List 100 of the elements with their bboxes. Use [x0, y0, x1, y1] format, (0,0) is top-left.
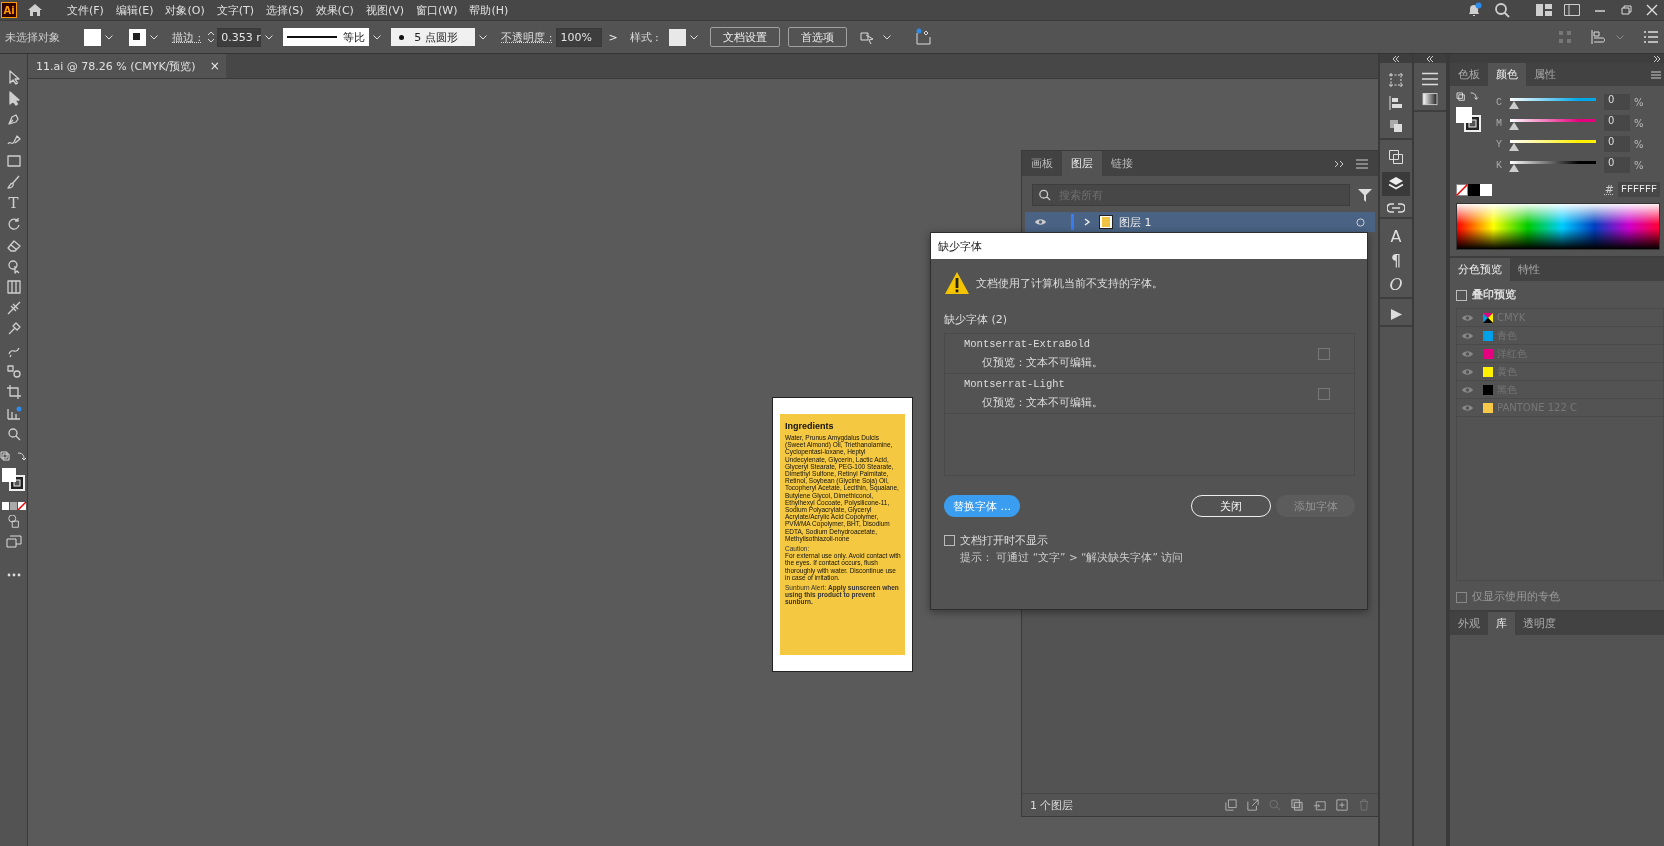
stroke-swatch[interactable] — [129, 28, 146, 46]
expand-icon[interactable] — [1653, 55, 1661, 62]
panel-tab[interactable]: 分色预览 — [1450, 258, 1510, 281]
menu-item[interactable]: 视图(V) — [359, 2, 410, 18]
channel-value-field[interactable]: 0 — [1604, 136, 1630, 152]
panel-layout-icon[interactable] — [1564, 4, 1580, 16]
preferences-button[interactable]: 首选项 — [787, 27, 847, 47]
color-mode-icon[interactable] — [1, 502, 26, 510]
link-icon[interactable] — [1387, 203, 1405, 213]
transform-icon[interactable] — [1388, 149, 1404, 165]
panel-tab[interactable]: 库 — [1488, 612, 1515, 635]
swap-colors-icon[interactable] — [0, 451, 28, 463]
menu-item[interactable]: 对象(O) — [159, 2, 211, 18]
share-icon[interactable] — [1247, 799, 1259, 811]
panel-tab[interactable]: 特性 — [1510, 258, 1548, 281]
crop-icon[interactable] — [5, 384, 22, 400]
chevron-icon[interactable] — [1083, 218, 1091, 226]
stroke-label[interactable]: 描边 : — [172, 29, 202, 45]
panel-tab[interactable]: 色板 — [1450, 63, 1488, 86]
fill-swatch[interactable] — [84, 28, 101, 46]
search-icon[interactable] — [5, 426, 22, 442]
target-icon[interactable] — [1356, 217, 1365, 227]
character-icon[interactable]: A — [1390, 228, 1402, 245]
play-icon[interactable] — [1389, 308, 1403, 321]
color-spectrum[interactable] — [1456, 203, 1660, 250]
panel-tab[interactable]: 图层 — [1062, 151, 1102, 176]
panel-tab[interactable]: 属性 — [1526, 63, 1564, 86]
panel-tab[interactable]: 外观 — [1450, 612, 1488, 635]
brush-dropdown[interactable]: 5 点圆形 — [391, 28, 476, 46]
channel-value-field[interactable]: 0 — [1604, 94, 1630, 110]
panel-tab[interactable]: 透明度 — [1515, 612, 1564, 635]
stroke-weight-field[interactable]: 0.353 r — [217, 27, 262, 47]
paragraph-icon[interactable]: ¶ — [1390, 252, 1402, 269]
checkbox[interactable] — [944, 535, 955, 546]
rectangle-icon[interactable] — [5, 153, 22, 169]
slider-thumb[interactable] — [1509, 164, 1519, 172]
app-logo: Ai — [1, 2, 17, 18]
menu-item[interactable]: 帮助(H) — [463, 2, 515, 18]
default-swatches[interactable] — [1456, 183, 1492, 196]
artboards-icon[interactable] — [1388, 72, 1404, 88]
panel-tab[interactable]: 颜色 — [1488, 63, 1526, 86]
slider-thumb[interactable] — [1509, 143, 1519, 151]
opacity-field[interactable]: 100% — [556, 27, 603, 47]
collapse-icon[interactable] — [1392, 55, 1400, 62]
swap-colors-icon[interactable] — [1456, 92, 1480, 103]
type-tool-icon[interactable]: T — [8, 195, 19, 211]
channel-value-field[interactable]: 0 — [1604, 157, 1630, 173]
fill-stroke-icon[interactable] — [1456, 107, 1482, 133]
menu-item[interactable]: 效果(C) — [309, 2, 360, 18]
style-swatch[interactable] — [668, 28, 686, 46]
list-icon[interactable] — [1644, 31, 1658, 43]
align-icon[interactable] — [1590, 30, 1608, 44]
menu-icon[interactable] — [1356, 158, 1368, 169]
checkbox[interactable] — [1318, 387, 1330, 400]
bell-icon[interactable] — [1466, 2, 1482, 18]
brush-icon[interactable] — [5, 174, 22, 190]
layers-icon[interactable] — [1382, 172, 1410, 196]
opacity-label[interactable]: 不透明度 : — [501, 29, 553, 45]
more-tools-icon[interactable] — [6, 573, 21, 577]
panel-tab[interactable]: 画板 — [1022, 151, 1062, 176]
draw-mode-icon[interactable] — [6, 515, 21, 529]
channel-value-field[interactable]: 0 — [1604, 115, 1630, 131]
clipping-mask-icon[interactable] — [1291, 799, 1303, 811]
new-layer-icon[interactable] — [1336, 799, 1348, 811]
select-similar-icon[interactable] — [858, 29, 875, 45]
menu-icon[interactable] — [1651, 70, 1661, 79]
document-setup-button[interactable]: 文档设置 — [709, 27, 780, 47]
workspace-icon[interactable] — [1536, 4, 1552, 16]
hex-field[interactable]: FFFFFF — [1618, 182, 1660, 197]
new-sublayer-icon[interactable] — [1313, 799, 1326, 811]
checkbox[interactable] — [1318, 347, 1330, 360]
expand-icon[interactable] — [1334, 159, 1346, 168]
screen-mode-icon[interactable] — [5, 534, 22, 548]
menu-item[interactable]: 文件(F) — [61, 2, 110, 18]
menu-item[interactable]: 文字(T) — [210, 2, 261, 18]
slider-thumb[interactable] — [1509, 101, 1519, 109]
stepper-icon[interactable] — [207, 30, 216, 44]
slider-thumb[interactable] — [1509, 122, 1519, 130]
stroke-panel-icon[interactable] — [1422, 72, 1438, 86]
eye-icon[interactable] — [1033, 218, 1047, 226]
panel-tab[interactable]: 链接 — [1102, 151, 1142, 176]
close-tab-button[interactable]: × — [209, 59, 220, 73]
opacity-arrow[interactable]: > — [608, 30, 618, 44]
collapse-icon[interactable] — [1426, 55, 1434, 62]
layer-row[interactable]: 图层 1 — [1025, 212, 1375, 232]
bar-chart-icon[interactable] — [5, 405, 22, 421]
home-icon[interactable] — [27, 2, 43, 18]
pathfinder-icon[interactable] — [1388, 118, 1404, 134]
menu-item[interactable]: 窗口(W) — [410, 2, 464, 18]
opentype-icon[interactable]: O — [1389, 276, 1403, 293]
fill-stroke-icon[interactable] — [1, 468, 26, 492]
document-tab[interactable]: 11.ai @ 78.26 % (CMYK/预览) × — [28, 54, 226, 78]
export-icon[interactable] — [1225, 799, 1237, 811]
menu-item[interactable]: 选择(S) — [260, 2, 310, 18]
filter-icon[interactable] — [1358, 188, 1372, 202]
menu-item[interactable]: 编辑(E) — [109, 2, 160, 18]
blend-icon[interactable] — [5, 363, 22, 379]
checkbox[interactable] — [1456, 290, 1467, 301]
align-icon[interactable] — [1388, 95, 1404, 111]
stroke-profile-dropdown[interactable]: 等比 — [283, 28, 370, 46]
